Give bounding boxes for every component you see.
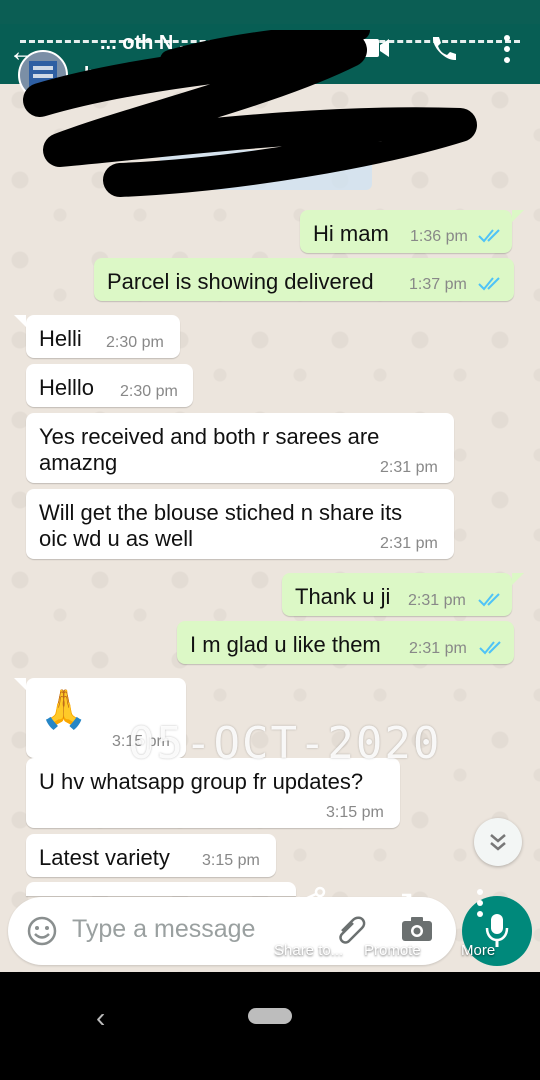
- message-text-line: Yes received and both r sarees are: [39, 424, 380, 449]
- message-text-line: Will get the blouse stiched n share its: [39, 500, 403, 525]
- message-text: Latest variety: [39, 845, 170, 870]
- trending-up-icon[interactable]: [378, 892, 414, 914]
- bubble-tail: [512, 210, 524, 222]
- bubble-tail: [14, 678, 26, 690]
- double-check-read-icon: [479, 641, 501, 655]
- message-time: 1:37 pm: [409, 276, 467, 293]
- message-input-placeholder[interactable]: Type a message: [72, 915, 255, 944]
- story-date-sticker: 05-OCT-2020: [128, 718, 442, 769]
- double-check-read-icon: [478, 229, 500, 243]
- message-bubble-incoming[interactable]: Yes received and both r sarees are amazn…: [26, 413, 454, 483]
- message-time: 2:31 pm: [380, 459, 438, 476]
- scroll-to-bottom-button[interactable]: [474, 818, 522, 866]
- message-text-line: amazng: [39, 450, 118, 475]
- message-text-line: oic wd u as well: [39, 526, 194, 551]
- overflow-menu-icon[interactable]: [502, 32, 512, 66]
- message-bubble-partial[interactable]: [26, 882, 296, 896]
- double-chevron-down-icon: [490, 834, 506, 851]
- message-time: 3:15 pm: [326, 804, 384, 821]
- status-bar: [0, 0, 540, 24]
- emoji-message: 🙏: [40, 689, 88, 731]
- promote-label[interactable]: Promote: [364, 942, 421, 959]
- camera-icon[interactable]: [400, 913, 434, 945]
- share-icon[interactable]: [293, 886, 327, 918]
- double-check-read-icon: [478, 277, 500, 291]
- message-bubble-incoming[interactable]: Helli 2:30 pm: [26, 315, 180, 358]
- message-bubble-outgoing[interactable]: I m glad u like them 2:31 pm: [177, 621, 514, 664]
- message-bubble-outgoing[interactable]: Hi mam 1:36 pm: [300, 210, 512, 253]
- message-text: U hv whatsapp group fr updates?: [39, 769, 364, 794]
- bubble-tail: [14, 315, 26, 327]
- system-navigation-bar: ‹: [0, 972, 540, 1080]
- chat-screen: ← ... oth N .... happy clients 21w Hi ma…: [0, 0, 540, 972]
- message-bubble-incoming[interactable]: Helllo 2:30 pm: [26, 364, 193, 407]
- message-bubble-incoming[interactable]: Will get the blouse stiched n share its …: [26, 489, 454, 559]
- message-time: 3:15 pm: [202, 852, 260, 869]
- message-time: 1:36 pm: [410, 228, 468, 245]
- message-text: I m glad u like them: [190, 632, 381, 657]
- double-check-read-icon: [478, 593, 500, 607]
- redaction-scribble: [23, 30, 477, 197]
- message-text: Parcel is showing delivered: [107, 269, 374, 294]
- message-time: 2:31 pm: [408, 592, 466, 609]
- emoji-icon[interactable]: [26, 915, 58, 947]
- message-time: 2:30 pm: [106, 334, 164, 351]
- message-text: Helli: [39, 326, 82, 351]
- more-label[interactable]: More: [461, 942, 495, 959]
- nav-back-chevron-icon[interactable]: ‹: [96, 1002, 105, 1034]
- message-bubble-outgoing[interactable]: Parcel is showing delivered 1:37 pm: [94, 258, 514, 301]
- message-bubble-outgoing[interactable]: Thank u ji 2:31 pm: [282, 573, 512, 616]
- bubble-tail: [512, 573, 524, 585]
- message-time: 2:31 pm: [380, 535, 438, 552]
- message-time: 2:31 pm: [409, 640, 467, 657]
- nav-home-pill[interactable]: [248, 1008, 292, 1024]
- share-to-label[interactable]: Share to...: [274, 942, 343, 959]
- message-text: Helllo: [39, 375, 95, 400]
- more-vertical-icon[interactable]: [476, 888, 484, 918]
- message-time: 2:30 pm: [120, 383, 178, 400]
- message-text: Thank u ji: [295, 584, 391, 609]
- message-text: Hi mam: [313, 221, 389, 246]
- message-bubble-incoming[interactable]: Latest variety 3:15 pm: [26, 834, 276, 877]
